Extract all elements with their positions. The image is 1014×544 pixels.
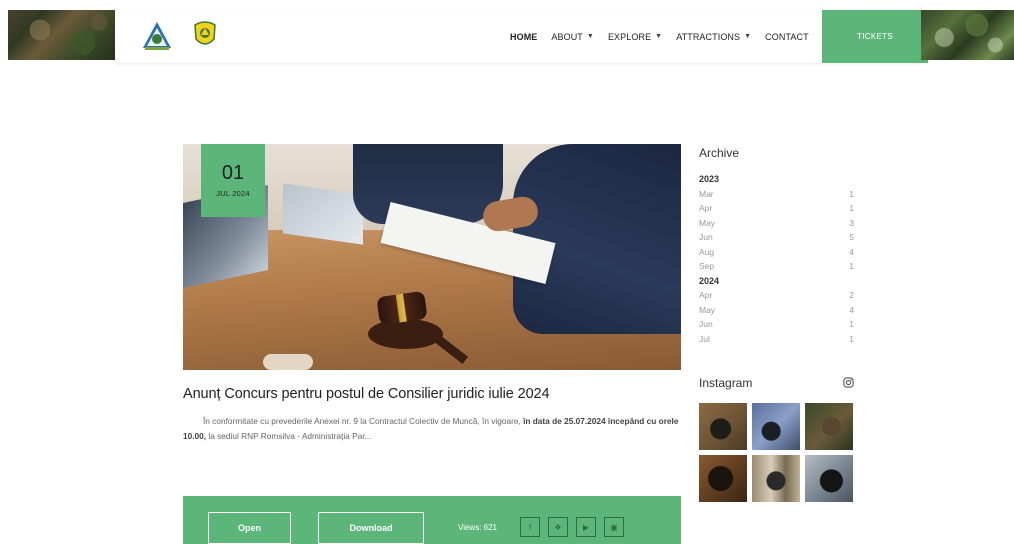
nav-attractions[interactable]: ATTRACTIONS ▼ xyxy=(676,32,751,42)
site-header: HOME ABOUT ▼ EXPLORE ▼ ATTRACTIONS ▼ CON… xyxy=(8,10,1014,63)
archive-month: Mar xyxy=(699,188,714,199)
archive-count: 2 xyxy=(849,290,854,300)
post-excerpt-text-end: la sediul RNP Romsilva - Administrația P… xyxy=(206,431,372,441)
archive-count: 3 xyxy=(849,217,854,228)
archive-count: 5 xyxy=(849,232,854,242)
chevron-down-icon: ▼ xyxy=(744,33,752,40)
open-button[interactable]: Open xyxy=(208,512,291,544)
archive-item[interactable]: May 3 xyxy=(699,216,854,231)
twitter-icon[interactable]: ❖ xyxy=(548,517,568,537)
archive-item[interactable]: Jun 5 xyxy=(699,230,854,245)
instagram-photo[interactable] xyxy=(699,403,747,450)
archive-month: Jun xyxy=(699,232,713,242)
post-excerpt: În conformitate cu prevederile Anexei nr… xyxy=(183,414,681,444)
archive-item[interactable]: Apr 2 xyxy=(699,288,854,303)
nav-explore[interactable]: EXPLORE ▼ xyxy=(608,32,662,42)
archive-month: Sep xyxy=(699,261,715,271)
archive-month: May xyxy=(699,304,716,315)
archive-item[interactable]: May 4 xyxy=(699,303,854,318)
instagram-heading: Instagram xyxy=(699,376,753,390)
archive-list: 2023 Mar 1 Apr 1 May 3 Jun 5 Aug 4 Sep 1 2024 … xyxy=(699,172,854,346)
post-date-month: JUL 2024 xyxy=(216,189,250,198)
archive-year: 2023 xyxy=(699,174,720,184)
archive-item[interactable]: Mar 1 xyxy=(699,187,854,202)
instagram-photo[interactable] xyxy=(805,403,853,450)
instagram-feed xyxy=(699,403,854,502)
nav-home[interactable]: HOME xyxy=(510,32,537,42)
archive-count: 1 xyxy=(849,188,854,199)
post-title[interactable]: Anunț Concurs pentru postul de Consilier… xyxy=(183,386,681,402)
archive-month: Apr xyxy=(699,290,713,300)
archive-count: 1 xyxy=(849,203,854,213)
post-date-day: 01 xyxy=(221,162,245,184)
post-excerpt-text: În conformitate cu prevederile Anexei nr… xyxy=(203,416,524,426)
instagram-photo[interactable] xyxy=(805,455,853,502)
instagram-photo[interactable] xyxy=(752,403,800,450)
nav-contact[interactable]: CONTACT xyxy=(765,32,809,42)
archive-month: Jul xyxy=(699,333,710,344)
main-nav: HOME ABOUT ▼ EXPLORE ▼ ATTRACTIONS ▼ CON… xyxy=(510,10,823,63)
archive-count: 4 xyxy=(849,246,854,257)
instagram-photo[interactable] xyxy=(752,455,800,502)
header-nature-photo-left xyxy=(8,10,115,60)
archive-month: May xyxy=(699,217,716,228)
archive-count: 1 xyxy=(849,261,854,271)
youtube-icon[interactable]: ▶ xyxy=(576,517,596,537)
archive-count: 1 xyxy=(849,319,854,329)
nav-contact-label: CONTACT xyxy=(765,31,809,42)
chevron-down-icon: ▼ xyxy=(655,33,663,40)
archive-item[interactable]: Jun 1 xyxy=(699,317,854,332)
archive-item[interactable]: Sep 1 xyxy=(699,259,854,274)
archive-month: Jun xyxy=(699,319,713,329)
romsilva-logo[interactable] xyxy=(191,19,219,53)
archive-item[interactable]: Apr 1 xyxy=(699,201,854,216)
instagram-icon[interactable] xyxy=(843,377,854,388)
instagram-photo[interactable] xyxy=(699,455,747,502)
archive-month: Apr xyxy=(699,203,713,213)
post-actions-bar: Open Download Views: 621 f ❖ ▶ ▣ xyxy=(183,496,681,544)
archive-count: 4 xyxy=(849,304,854,315)
archive-month: Aug xyxy=(699,246,715,257)
park-logo[interactable] xyxy=(141,20,173,52)
nav-about-label: ABOUT xyxy=(551,31,583,42)
tickets-button[interactable]: TICKETS xyxy=(822,10,928,63)
header-nature-photo-right xyxy=(921,10,1014,60)
chevron-down-icon: ▼ xyxy=(586,33,594,40)
views-count: Views: 621 xyxy=(458,523,497,532)
archive-heading: Archive xyxy=(699,146,740,160)
archive-item[interactable]: Jul 1 xyxy=(699,332,854,347)
archive-count: 1 xyxy=(849,333,854,344)
instagram-icon[interactable]: ▣ xyxy=(604,517,624,537)
nav-about[interactable]: ABOUT ▼ xyxy=(551,32,594,42)
download-button[interactable]: Download xyxy=(318,512,424,544)
archive-year: 2024 xyxy=(699,275,720,286)
nav-home-label: HOME xyxy=(510,31,538,42)
nav-explore-label: EXPLORE xyxy=(607,31,652,42)
nav-attractions-label: ATTRACTIONS xyxy=(676,31,741,42)
post-date-badge: 01 JUL 2024 xyxy=(201,144,265,217)
facebook-icon[interactable]: f xyxy=(520,517,540,537)
header-bar: HOME ABOUT ▼ EXPLORE ▼ ATTRACTIONS ▼ CON… xyxy=(115,10,928,63)
archive-item[interactable]: Aug 4 xyxy=(699,245,854,260)
